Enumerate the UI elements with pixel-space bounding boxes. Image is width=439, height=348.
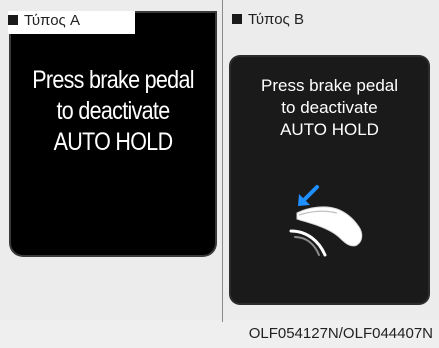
type-b-cluster-display: Press brake pedal to deactivate AUTO HOL… — [231, 57, 428, 303]
type-b-message-line-3: AUTO HOLD — [280, 120, 379, 139]
square-bullet-icon — [232, 14, 242, 24]
figure-caption: OLF054127N/OLF044407N — [248, 325, 433, 342]
panel-divider — [222, 0, 223, 322]
type-a-message-line-3: AUTO HOLD — [53, 128, 174, 156]
type-a-message-line-1: Press brake pedal — [32, 66, 194, 94]
type-b-message-line-2: to deactivate — [281, 98, 378, 117]
type-a-label-text: Τύπος A — [24, 12, 80, 29]
brake-pedal-press-icon — [289, 185, 363, 257]
type-a-cluster-display: Press brake pedal to deactivate AUTO HOL… — [11, 13, 215, 255]
type-b-label: Τύπος B — [232, 11, 304, 29]
type-a-message-line-2: to deactivate — [56, 97, 171, 125]
type-b-message: Press brake pedal to deactivate AUTO HOL… — [231, 75, 428, 141]
type-a-message: Press brake pedal to deactivate AUTO HOL… — [25, 65, 200, 158]
arrow-down-left-icon — [298, 185, 319, 206]
square-bullet-icon — [8, 15, 18, 25]
type-b-message-line-1: Press brake pedal — [260, 76, 399, 95]
pedal-arc-icon — [289, 229, 327, 257]
type-b-label-text: Τύπος B — [248, 11, 304, 28]
type-a-label: Τύπος A — [8, 11, 135, 34]
